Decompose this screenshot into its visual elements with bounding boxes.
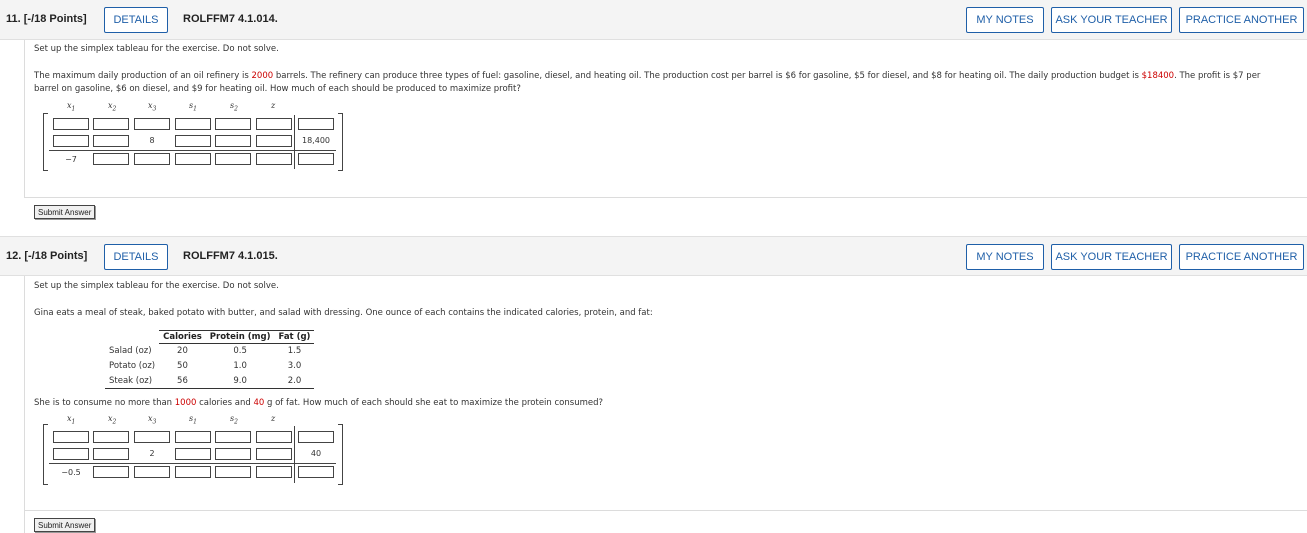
question-11-header: 11. [-/18 Points] DETAILS ROLFFM7 4.1.01… — [0, 0, 1307, 40]
my-notes-button[interactable]: MY NOTES — [966, 7, 1044, 33]
objective-divider — [49, 463, 336, 464]
tableau-input[interactable] — [175, 466, 211, 478]
tableau-input[interactable] — [175, 153, 211, 165]
practice-another-button[interactable]: PRACTICE ANOTHER — [1179, 244, 1304, 270]
separator — [25, 510, 1307, 511]
tableau-input[interactable] — [175, 431, 211, 443]
bracket-right — [338, 113, 343, 171]
tableau-input[interactable] — [215, 153, 251, 165]
problem-intro-text: Gina eats a meal of steak, baked potato … — [34, 308, 653, 318]
tableau-input[interactable] — [134, 153, 170, 165]
tableau-input[interactable] — [53, 448, 89, 460]
my-notes-button[interactable]: MY NOTES — [966, 244, 1044, 270]
bracket-right — [338, 424, 343, 485]
rhs-divider — [294, 115, 295, 169]
details-button[interactable]: DETAILS — [104, 7, 168, 33]
var-label: s1 — [189, 101, 197, 113]
separator — [24, 197, 1307, 198]
tableau-given-value: −0.5 — [61, 468, 81, 477]
tableau-input[interactable] — [53, 431, 89, 443]
var-label: x2 — [108, 101, 117, 113]
tableau-input[interactable] — [298, 466, 334, 478]
tableau-input[interactable] — [256, 118, 292, 130]
tableau-input[interactable] — [93, 118, 129, 130]
question-code: ROLFFM7 4.1.014. — [183, 13, 278, 25]
tableau-input[interactable] — [298, 153, 334, 165]
tableau-input[interactable] — [256, 135, 292, 147]
tableau-input[interactable] — [175, 118, 211, 130]
tableau-input[interactable] — [256, 153, 292, 165]
var-label: x3 — [148, 414, 157, 426]
table-header: Protein (mg) — [205, 330, 275, 344]
tableau-input[interactable] — [215, 448, 251, 460]
tableau-input[interactable] — [53, 135, 89, 147]
tableau-input[interactable] — [215, 431, 251, 443]
objective-divider — [49, 150, 336, 151]
tableau-input[interactable] — [53, 118, 89, 130]
instruction-text: Set up the simplex tableau for the exerc… — [34, 281, 279, 291]
bracket-left — [43, 424, 48, 485]
ask-teacher-button[interactable]: ASK YOUR TEACHER — [1051, 244, 1172, 270]
var-label: s1 — [189, 414, 197, 426]
bracket-left — [43, 113, 48, 171]
table-header: Calories — [159, 330, 206, 344]
tableau-input[interactable] — [256, 431, 292, 443]
tableau-input[interactable] — [134, 431, 170, 443]
question-code: ROLFFM7 4.1.015. — [183, 250, 278, 262]
var-label: x3 — [148, 101, 157, 113]
var-label: x1 — [67, 414, 76, 426]
submit-answer-button[interactable]: Submit Answer — [34, 205, 96, 219]
tableau-input[interactable] — [93, 448, 129, 460]
var-label: s2 — [230, 414, 238, 426]
tableau-input[interactable] — [175, 448, 211, 460]
submit-answer-button[interactable]: Submit Answer — [34, 518, 96, 532]
var-label: z — [271, 414, 276, 423]
tableau-input[interactable] — [93, 466, 129, 478]
question-12-header: 12. [-/18 Points] DETAILS ROLFFM7 4.1.01… — [0, 236, 1307, 276]
tableau-given-value: 40 — [310, 449, 322, 458]
tableau-input[interactable] — [93, 153, 129, 165]
tableau-input[interactable] — [256, 448, 292, 460]
tableau-given-value: −7 — [65, 155, 77, 164]
tableau-input[interactable] — [134, 466, 170, 478]
question-12-body: Set up the simplex tableau for the exerc… — [24, 276, 1307, 533]
ask-teacher-button[interactable]: ASK YOUR TEACHER — [1051, 7, 1172, 33]
var-label: z — [271, 101, 276, 110]
practice-another-button[interactable]: PRACTICE ANOTHER — [1179, 7, 1304, 33]
rhs-divider — [294, 426, 295, 483]
problem-text-line1: The maximum daily production of an oil r… — [34, 71, 1261, 81]
details-button[interactable]: DETAILS — [104, 244, 168, 270]
question-number: 12. [-/18 Points] — [6, 250, 88, 262]
question-11-body: Set up the simplex tableau for the exerc… — [24, 40, 1307, 219]
tableau-input[interactable] — [93, 135, 129, 147]
tableau-input[interactable] — [215, 135, 251, 147]
constraint-text: She is to consume no more than 1000 calo… — [34, 398, 603, 408]
tableau-given-value: 8 — [149, 136, 155, 145]
tableau-given-value: 2 — [149, 449, 155, 458]
question-number: 11. [-/18 Points] — [6, 13, 87, 25]
table-header: Fat (g) — [274, 330, 315, 344]
table-row: Potato (oz) 50 1.0 3.0 — [109, 361, 302, 371]
tableau-input[interactable] — [215, 466, 251, 478]
var-label: x1 — [67, 101, 76, 113]
tableau-given-value: 18,400 — [302, 136, 330, 145]
tableau-input[interactable] — [256, 466, 292, 478]
tableau-input[interactable] — [215, 118, 251, 130]
tableau-input[interactable] — [93, 431, 129, 443]
instruction-text: Set up the simplex tableau for the exerc… — [34, 44, 279, 54]
var-label: x2 — [108, 414, 117, 426]
tableau-input[interactable] — [134, 118, 170, 130]
tableau-input[interactable] — [175, 135, 211, 147]
tableau-input[interactable] — [298, 431, 334, 443]
table-row: Steak (oz) 56 9.0 2.0 — [105, 373, 315, 389]
var-label: s2 — [230, 101, 238, 113]
nutrition-table: Calories Protein (mg) Fat (g) Salad (oz)… — [105, 330, 315, 389]
tableau-input[interactable] — [298, 118, 334, 130]
problem-text-line2: barrel on gasoline, $6 on diesel, and $9… — [34, 84, 521, 94]
table-row: Salad (oz) 20 0.5 1.5 — [109, 346, 302, 357]
